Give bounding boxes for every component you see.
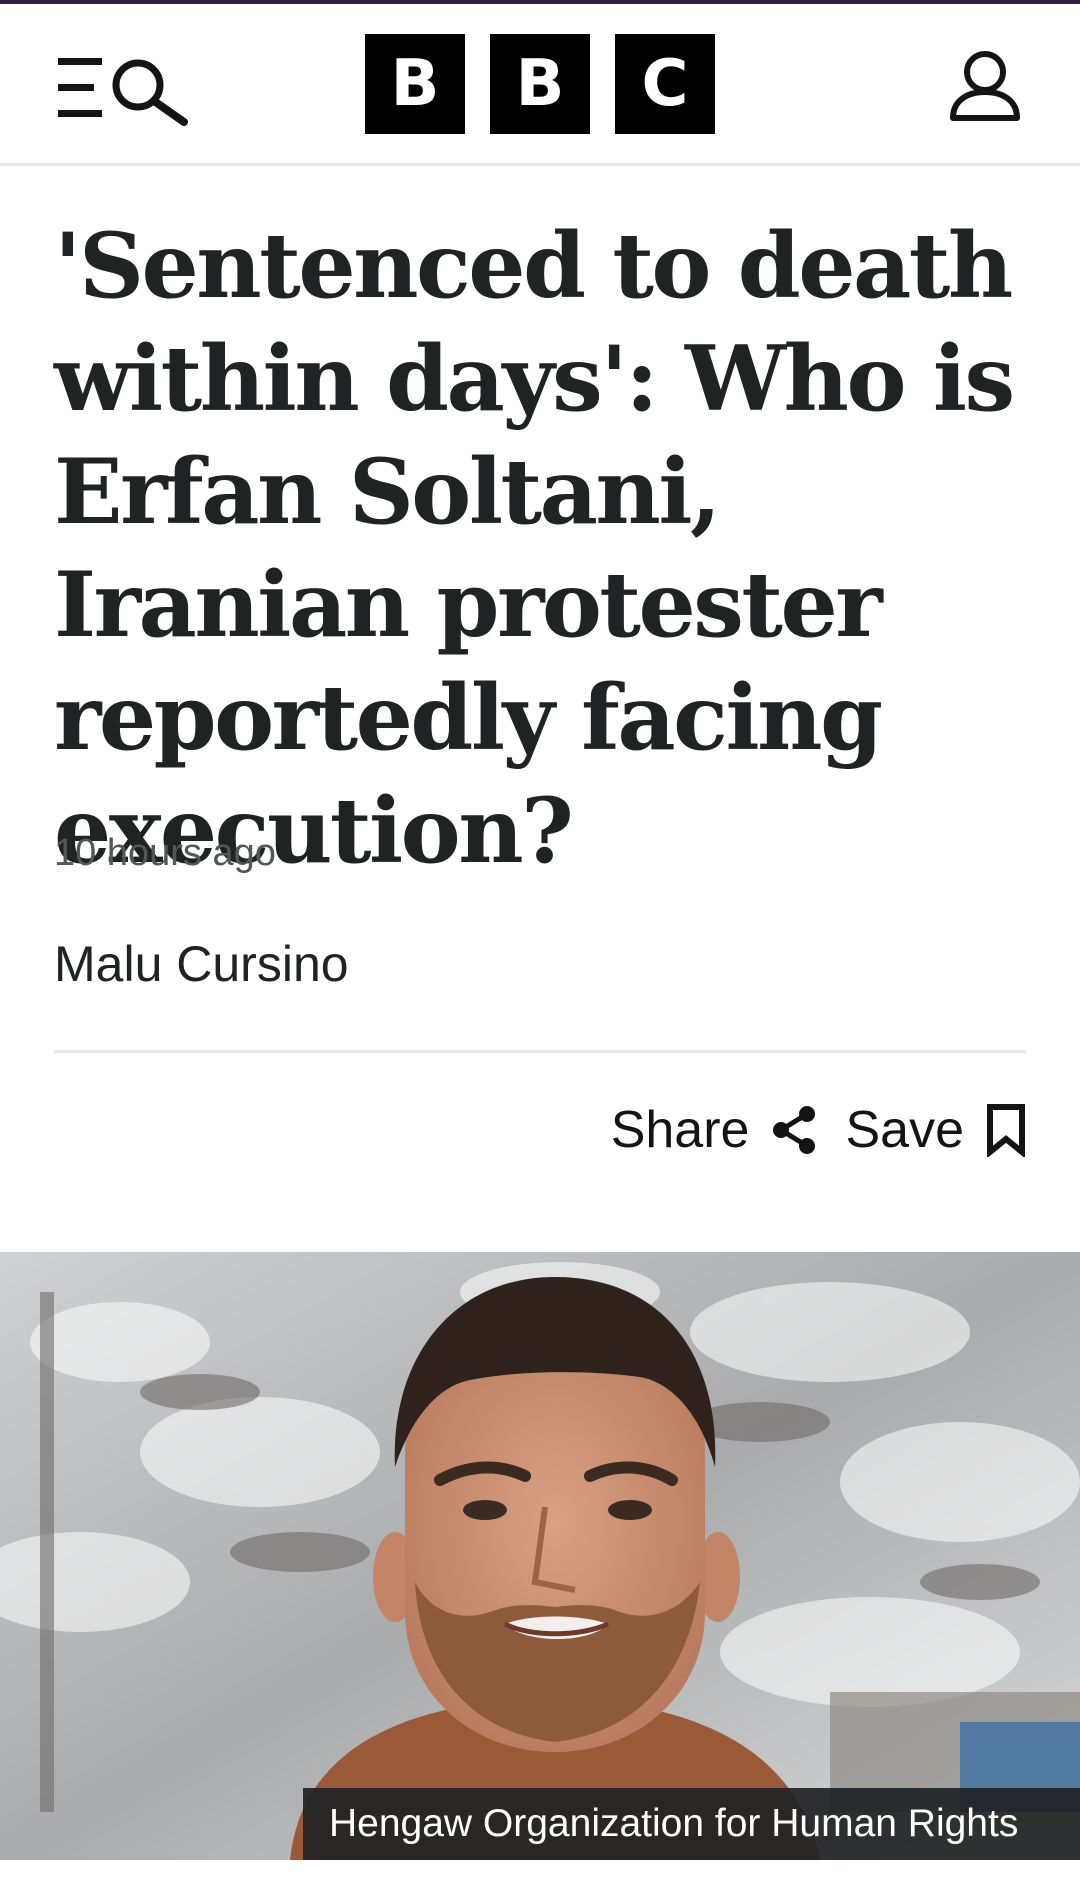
- account-button[interactable]: [948, 50, 1022, 124]
- article-actions: Share Save: [611, 1090, 1026, 1170]
- menu-search-icon: [58, 58, 188, 126]
- article-headline: 'Sentenced to death within days': Who is…: [54, 213, 1015, 884]
- menu-icon: [58, 58, 102, 117]
- site-header: B B C: [0, 4, 1080, 166]
- share-icon: [771, 1105, 817, 1155]
- bookmark-icon: [986, 1103, 1026, 1157]
- save-label: Save: [845, 1101, 964, 1159]
- article-photo: [0, 1252, 1080, 1860]
- share-label: Share: [610, 1101, 750, 1159]
- logo-block: C: [615, 34, 715, 134]
- photo-caption: Hengaw Organization for Human Rights: [303, 1788, 1080, 1860]
- article-timestamp: 10 hours ago: [54, 832, 276, 874]
- menu-search-button[interactable]: [54, 52, 194, 126]
- account-icon: [950, 51, 1020, 121]
- share-button[interactable]: Share: [611, 1100, 818, 1160]
- search-icon: [112, 59, 188, 126]
- logo-block: B: [490, 34, 590, 134]
- bbc-logo[interactable]: B B C: [365, 34, 715, 134]
- logo-block: B: [365, 34, 465, 134]
- divider: [54, 1050, 1026, 1053]
- save-button[interactable]: Save: [845, 1100, 1026, 1160]
- page-background: [0, 1860, 1080, 1897]
- article-author[interactable]: Malu Cursino: [54, 935, 349, 993]
